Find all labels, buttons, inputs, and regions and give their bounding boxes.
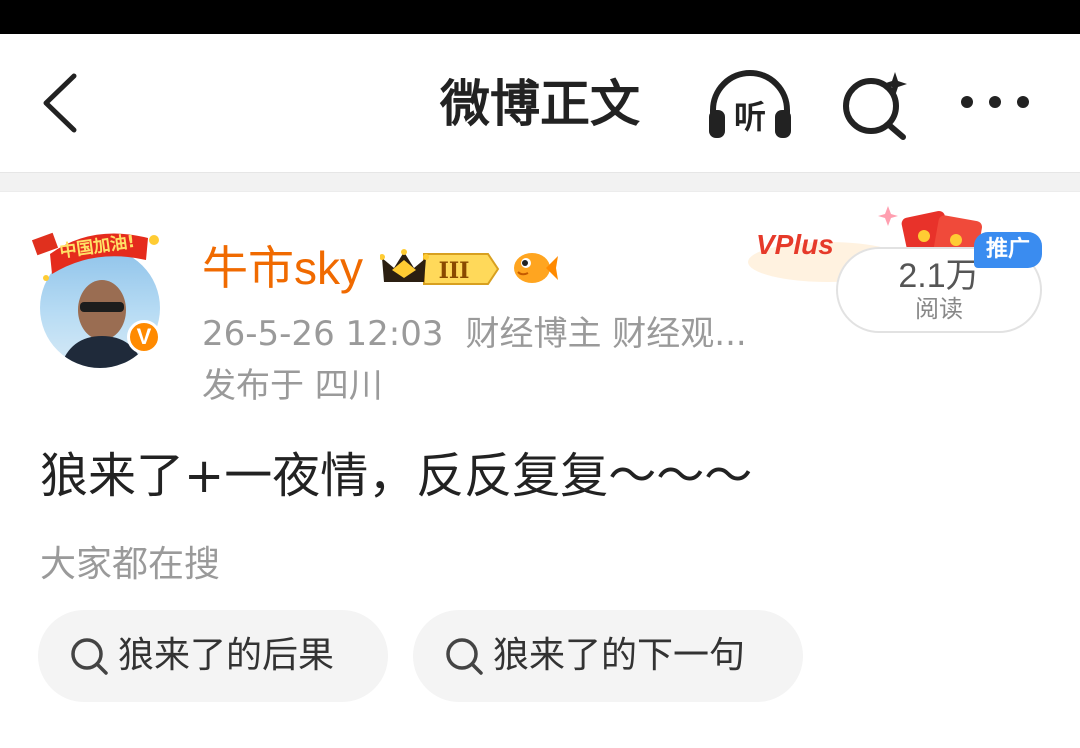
search-chip[interactable]: 狼来了的后果	[38, 610, 388, 702]
search-icon	[446, 638, 483, 675]
post-meta: 26-5-26 12:03 财经博主 财经观...	[202, 312, 747, 356]
verified-badge: V	[127, 320, 161, 354]
more-icon	[961, 96, 1029, 108]
search-chip[interactable]: 狼来了的下一句	[413, 610, 803, 702]
trending-search-heading: 大家都在搜	[40, 544, 221, 585]
crown-icon	[379, 249, 429, 282]
post-time: 26-5-26 12:03	[202, 314, 444, 354]
headphones-icon: 听	[709, 70, 791, 138]
post-content[interactable]: 狼来了+一夜情，反反复复～～～	[40, 444, 1040, 508]
read-label: 阅读	[915, 295, 963, 323]
fish-icon[interactable]	[512, 248, 558, 288]
member-badge[interactable]: III	[379, 248, 500, 290]
section-divider	[0, 172, 1080, 192]
status-bar	[0, 0, 1080, 34]
search-sparkle-icon	[843, 72, 907, 140]
promo-tag: 推广	[974, 232, 1042, 268]
listen-button[interactable]: 听	[705, 66, 795, 142]
member-level: III	[439, 258, 470, 284]
search-icon	[71, 638, 108, 675]
top-nav-bar: 微博正文 听	[0, 34, 1080, 172]
search-chip-label: 狼来了的后果	[118, 635, 335, 676]
more-button[interactable]	[955, 84, 1035, 120]
chevron-left-icon	[43, 73, 77, 133]
search-chip-label: 狼来了的下一句	[493, 635, 746, 676]
avatar-frame: 中国加油!	[32, 231, 159, 281]
page-title: 微博正文	[440, 75, 640, 133]
search-button[interactable]	[835, 68, 915, 140]
listen-label: 听	[734, 98, 766, 136]
author-role: 财经博主 财经观...	[465, 314, 747, 354]
back-button[interactable]	[30, 70, 90, 136]
promo-banner-text: VPlus	[756, 229, 834, 260]
post-card: 中国加油! V 牛市sky III 26-5-26 12:03 财经博主 财经观…	[0, 192, 1080, 748]
author-name[interactable]: 牛市sky	[202, 240, 363, 296]
author-avatar[interactable]: 中国加油! V	[32, 218, 167, 368]
post-location: 发布于 四川	[202, 366, 383, 406]
